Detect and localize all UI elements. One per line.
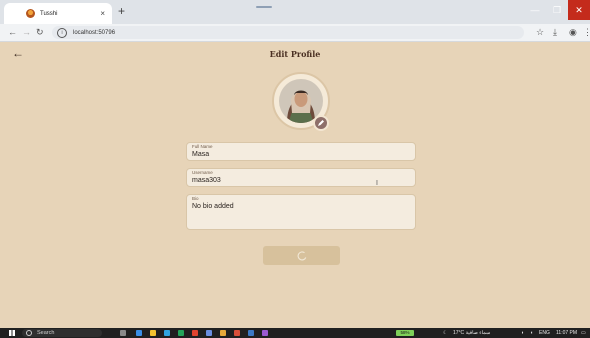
bio-label: Bio xyxy=(192,196,199,201)
profile-icon[interactable]: ◉ xyxy=(569,26,577,38)
reload-icon[interactable]: ↻ xyxy=(36,26,44,38)
username-value: masa303 xyxy=(192,177,221,184)
spinner-icon xyxy=(297,250,306,260)
clock[interactable]: 11:07 PM xyxy=(556,328,577,338)
page-title: Edit Profile xyxy=(269,49,321,59)
battery-indicator[interactable]: 58% xyxy=(396,330,414,336)
bio-value: No bio added xyxy=(192,203,234,210)
taskbar-search[interactable]: Search xyxy=(22,329,102,337)
new-tab-button[interactable]: + xyxy=(118,5,125,17)
language-indicator[interactable]: ENG xyxy=(539,328,550,338)
app-icon[interactable] xyxy=(136,330,142,336)
pencil-icon[interactable] xyxy=(313,115,329,131)
text-cursor-icon: I xyxy=(376,180,378,187)
browser-tab[interactable]: Tusshi × xyxy=(4,3,112,24)
browser-tabstrip: ⌄ Tusshi × + — ❐ ✕ xyxy=(0,0,590,24)
os-taskbar: Search 58% ☾ 17°C سماء صافية ◗ ◖ ENG 11:… xyxy=(0,328,590,338)
tab-title: Tusshi xyxy=(40,10,58,17)
app-icon[interactable] xyxy=(178,330,184,336)
chrome-icon[interactable] xyxy=(234,330,240,336)
address-url: localhost:50796 xyxy=(73,29,116,36)
forward-nav-icon[interactable]: → xyxy=(22,26,31,38)
weather-text[interactable]: 17°C سماء صافية xyxy=(453,328,490,338)
file-explorer-icon[interactable] xyxy=(150,330,156,336)
full-name-label: Full Name xyxy=(192,144,213,149)
bookmark-star-icon[interactable]: ☆ xyxy=(536,26,544,38)
weather-moon-icon[interactable]: ☾ xyxy=(443,328,447,338)
full-name-field[interactable]: Full Name Masa xyxy=(186,142,416,161)
edge-icon[interactable] xyxy=(164,330,170,336)
wifi-icon[interactable]: ◗ xyxy=(521,328,524,338)
volume-icon[interactable]: ◖ xyxy=(530,328,533,338)
full-name-value: Masa xyxy=(192,151,210,158)
app-icon[interactable] xyxy=(192,330,198,336)
menu-dots-icon[interactable]: ⋮ xyxy=(583,26,590,38)
download-icon[interactable]: ⤓ xyxy=(553,26,557,38)
bio-field[interactable]: Bio No bio added xyxy=(186,194,416,230)
app-icon[interactable] xyxy=(262,330,268,336)
tab-favicon-icon xyxy=(26,9,35,18)
username-field[interactable]: Username masa303 xyxy=(186,168,416,187)
username-label: Username xyxy=(192,170,213,175)
window-close-button[interactable]: ✕ xyxy=(568,0,590,20)
address-bar[interactable]: i localhost:50796 xyxy=(52,26,524,39)
minimize-button[interactable]: — xyxy=(524,0,546,20)
taskbar-search-placeholder: Search xyxy=(37,330,55,336)
task-view-icon[interactable] xyxy=(120,330,126,336)
site-info-icon[interactable]: i xyxy=(57,27,67,38)
back-nav-icon[interactable]: ← xyxy=(8,26,17,38)
tab-strip-indicator xyxy=(256,6,272,8)
maximize-button[interactable]: ❐ xyxy=(546,0,568,20)
tab-close-icon[interactable]: × xyxy=(100,9,105,18)
vscode-icon[interactable] xyxy=(248,330,254,336)
browser-toolbar: ← → ↻ i localhost:50796 ☆ ⤓ ◉ ⋮ xyxy=(0,24,590,42)
app-icon[interactable] xyxy=(206,330,212,336)
edit-profile-screen: ← Edit Profile Full Name Masa Username m… xyxy=(0,42,590,328)
notification-icon[interactable]: ▭ xyxy=(581,328,586,338)
search-icon xyxy=(26,330,32,336)
save-button[interactable] xyxy=(263,246,340,265)
app-icon[interactable] xyxy=(220,330,226,336)
windows-start-icon[interactable] xyxy=(9,330,15,336)
